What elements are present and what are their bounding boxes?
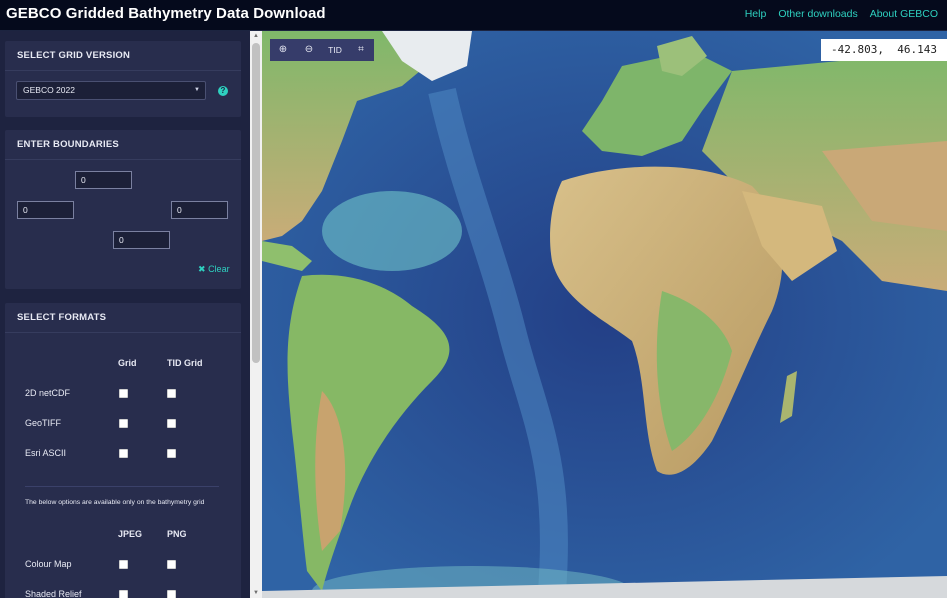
other-downloads-link[interactable]: Other downloads: [778, 8, 857, 20]
south-boundary-input[interactable]: 0: [113, 231, 170, 249]
colour-map-jpeg-checkbox[interactable]: [119, 560, 128, 569]
boundaries-panel: ENTER BOUNDARIES 0 0 0 0 ✖ Clear: [5, 130, 241, 289]
formats-heading: SELECT FORMATS: [5, 303, 241, 333]
netcdf-grid-checkbox[interactable]: [119, 389, 128, 398]
close-icon: ✖: [198, 264, 206, 274]
north-boundary-input[interactable]: 0: [75, 171, 132, 189]
clear-label: Clear: [208, 264, 230, 274]
sidebar-scrollbar[interactable]: ▲ ▼: [250, 31, 262, 598]
about-gebco-link[interactable]: About GEBCO: [870, 8, 938, 20]
grid-version-heading: SELECT GRID VERSION: [5, 41, 241, 71]
shaded-relief-jpeg-checkbox[interactable]: [119, 590, 128, 598]
format-row-label: Esri ASCII: [25, 448, 67, 458]
app-title: GEBCO Gridded Bathymetry Data Download: [6, 5, 326, 22]
help-link[interactable]: Help: [745, 8, 767, 20]
geotiff-grid-checkbox[interactable]: [119, 419, 128, 428]
colour-map-png-checkbox[interactable]: [167, 560, 176, 569]
geotiff-tid-checkbox[interactable]: [167, 419, 176, 428]
jpeg-column-header: JPEG: [118, 529, 143, 539]
east-boundary-input[interactable]: 0: [171, 201, 228, 219]
esri-ascii-grid-checkbox[interactable]: [119, 449, 128, 458]
grid-column-header: Grid: [118, 358, 137, 368]
bathymetry-note: The below options are available only on …: [25, 499, 205, 506]
chevron-down-icon: ▼: [194, 87, 200, 93]
netcdf-tid-checkbox[interactable]: [167, 389, 176, 398]
image-row-label: Colour Map: [25, 559, 72, 569]
zoom-in-icon[interactable]: ⊕: [270, 39, 296, 61]
image-row-label: Shaded Relief: [25, 589, 82, 598]
top-bar: GEBCO Gridded Bathymetry Data Download H…: [0, 0, 947, 31]
west-boundary-input[interactable]: 0: [17, 201, 74, 219]
boundaries-heading: ENTER BOUNDARIES: [5, 130, 241, 160]
grid-version-select[interactable]: GEBCO 2022 ▼: [16, 81, 206, 100]
png-column-header: PNG: [167, 529, 187, 539]
map-toolbar: ⊕ ⊖ TID ⌗: [270, 39, 374, 61]
tid-toggle-button[interactable]: TID: [322, 39, 348, 61]
esri-ascii-tid-checkbox[interactable]: [167, 449, 176, 458]
format-row-label: 2D netCDF: [25, 388, 71, 398]
world-map-image: [262, 31, 947, 598]
bathymetry-map[interactable]: ⊕ ⊖ TID ⌗ -42.803, 46.143: [262, 31, 947, 598]
divider: [25, 486, 219, 487]
format-row-label: GeoTIFF: [25, 418, 62, 428]
coordinate-readout: -42.803, 46.143: [821, 39, 947, 61]
tid-grid-column-header: TID Grid: [167, 358, 203, 368]
scroll-up-icon[interactable]: ▲: [250, 31, 262, 41]
shaded-relief-png-checkbox[interactable]: [167, 590, 176, 598]
help-icon[interactable]: ?: [218, 86, 228, 96]
zoom-out-icon[interactable]: ⊖: [296, 39, 322, 61]
sidebar: SELECT GRID VERSION GEBCO 2022 ▼ ? ENTER…: [0, 31, 262, 598]
grid-version-value: GEBCO 2022: [23, 85, 75, 95]
scroll-down-icon[interactable]: ▼: [250, 588, 262, 598]
clear-button[interactable]: ✖ Clear: [198, 264, 230, 275]
top-nav: Help Other downloads About GEBCO: [745, 8, 938, 20]
scroll-thumb[interactable]: [252, 43, 260, 363]
formats-panel: SELECT FORMATS Grid TID Grid 2D netCDF G…: [5, 303, 241, 598]
grid-icon[interactable]: ⌗: [348, 39, 374, 61]
grid-version-panel: SELECT GRID VERSION GEBCO 2022 ▼ ?: [5, 41, 241, 117]
